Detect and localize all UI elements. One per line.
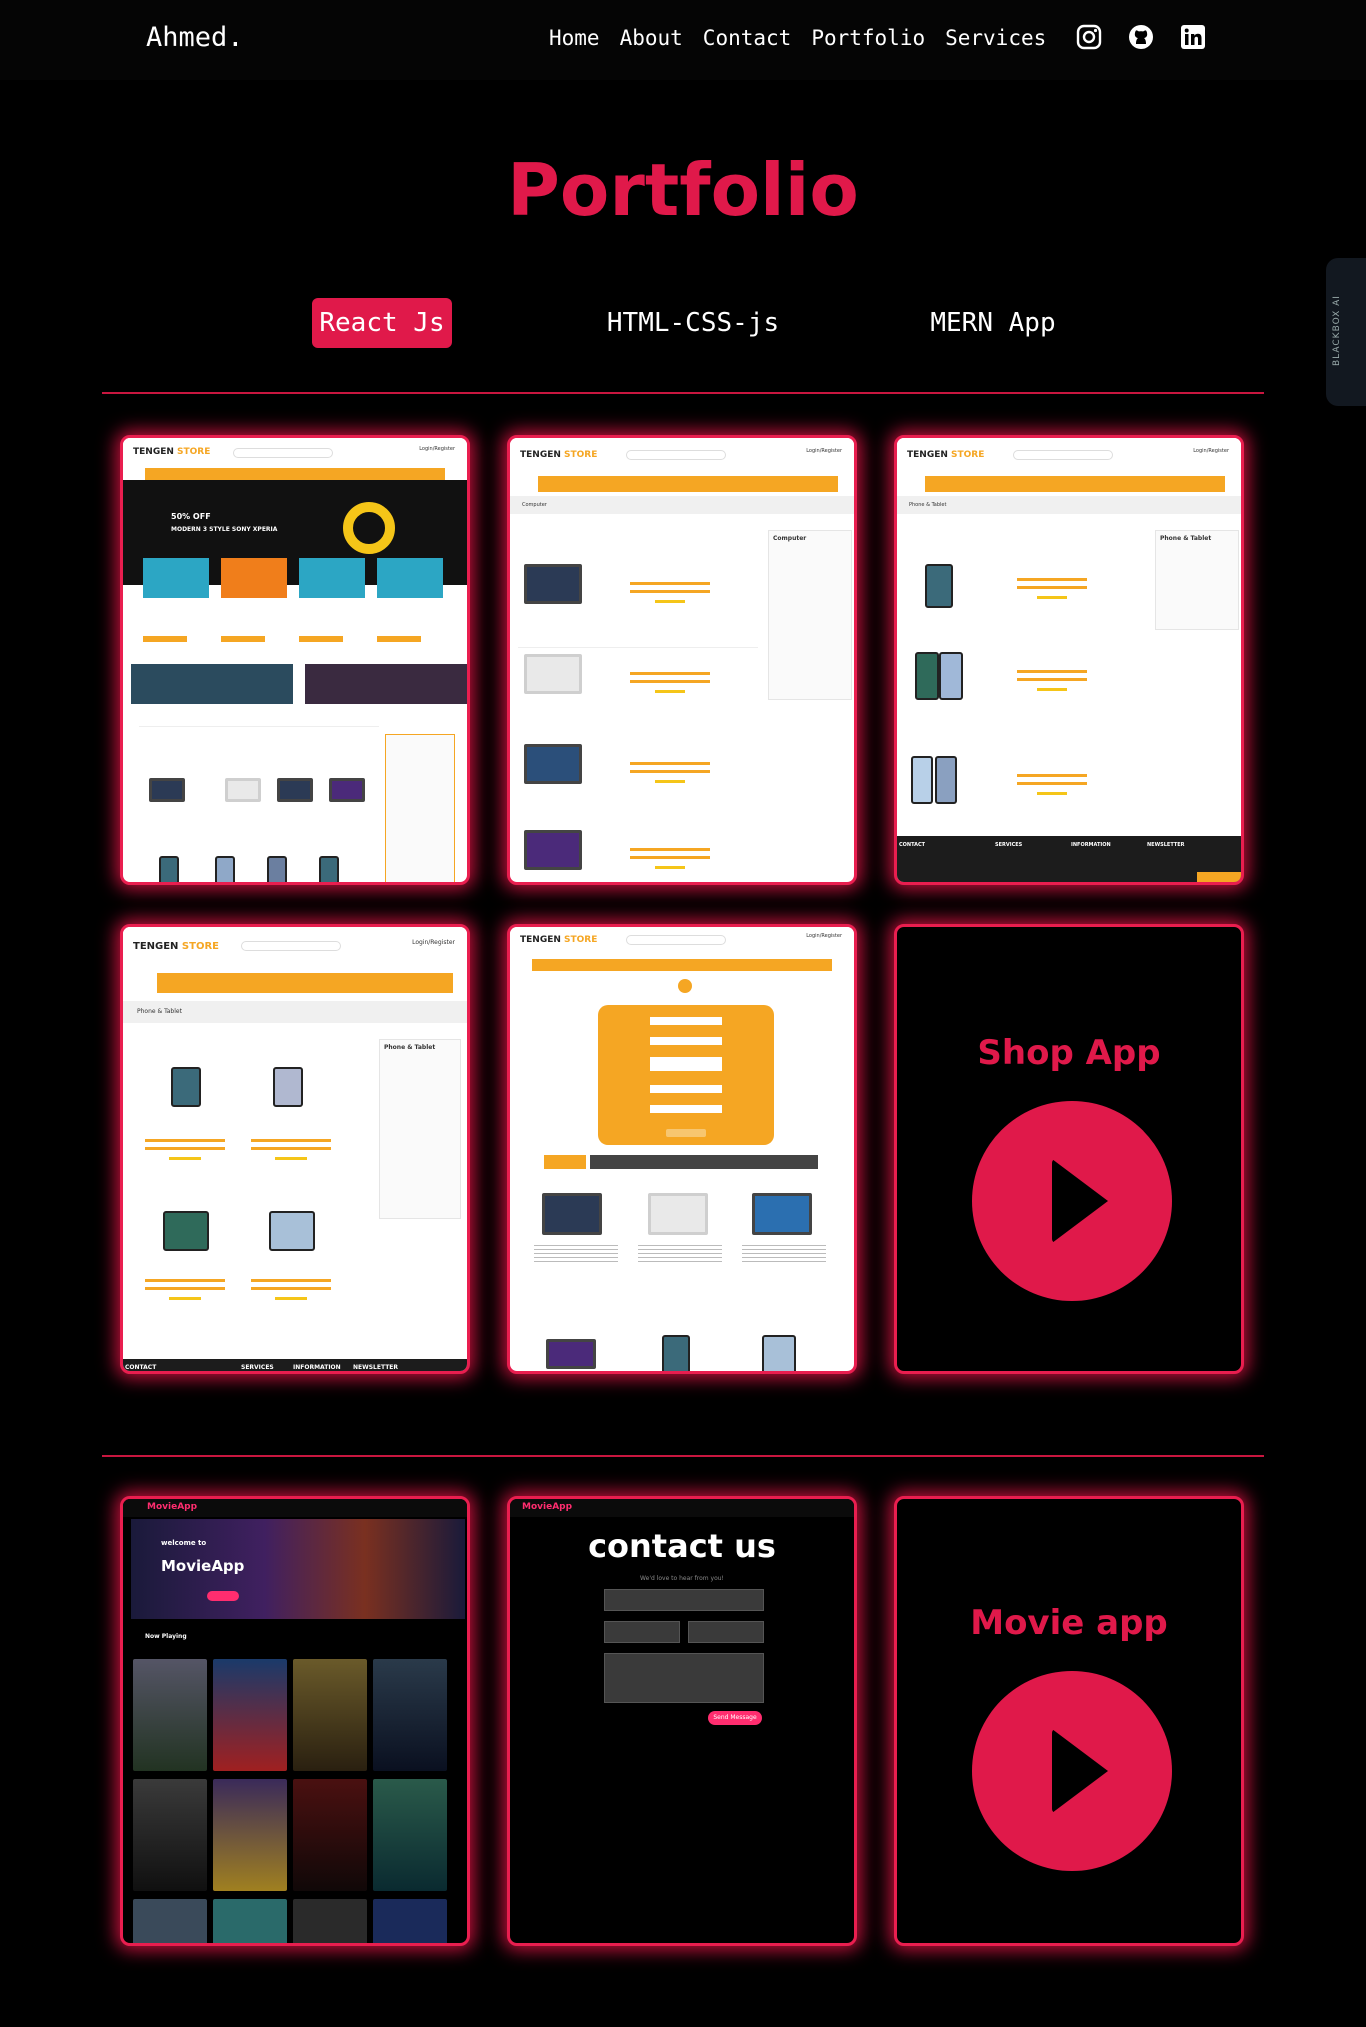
nav-link-services[interactable]: Services [945, 26, 1046, 50]
project-card-shop-app[interactable]: Shop App [894, 924, 1244, 1374]
nav-link-portfolio[interactable]: Portfolio [811, 26, 925, 50]
tab-html-css-js[interactable]: HTML-CSS-js [600, 298, 786, 348]
project-card-store-login[interactable]: TENGEN STORE Login/Register [507, 924, 857, 1374]
project-card-store-phone-grid[interactable]: TENGEN STORE Login/Register Phone & Tabl… [120, 924, 470, 1374]
play-icon[interactable] [972, 1101, 1172, 1301]
store-login-screenshot: TENGEN STORE Login/Register [510, 927, 854, 1371]
store-logo: TENGEN STORE [133, 447, 211, 457]
instagram-icon[interactable] [1076, 24, 1102, 50]
tab-mern-app[interactable]: MERN App [920, 298, 1066, 348]
github-icon[interactable] [1128, 24, 1154, 50]
project-card-movie-home[interactable]: MovieApp welcome to MovieApp Now Playing [120, 1496, 470, 1946]
nav-link-about[interactable]: About [620, 26, 683, 50]
blackbox-ai-widget[interactable]: BLACKBOX AI [1326, 258, 1366, 406]
store-phones-screenshot: TENGEN STORE Login/Register Phone & Tabl… [897, 438, 1241, 882]
nav-link-contact[interactable]: Contact [703, 26, 792, 50]
movie-contact-screenshot: MovieApp contact us We'd love to hear fr… [510, 1499, 854, 1943]
top-navbar: Ahmed. Home About Contact Portfolio Serv… [0, 0, 1366, 80]
nav-link-home[interactable]: Home [549, 26, 600, 50]
play-icon[interactable] [972, 1671, 1172, 1871]
project-card-movie-app[interactable]: Movie app [894, 1496, 1244, 1946]
store-computers-screenshot: TENGEN STORE Login/Register Computer Com… [510, 438, 854, 882]
store-phone-grid-screenshot: TENGEN STORE Login/Register Phone & Tabl… [123, 927, 467, 1371]
section-divider [102, 392, 1264, 394]
linkedin-icon[interactable] [1180, 24, 1206, 50]
card-title: Movie app [970, 1603, 1168, 1643]
section-divider [102, 1455, 1264, 1457]
project-card-store-computers[interactable]: TENGEN STORE Login/Register Computer Com… [507, 435, 857, 885]
store-footer: CONTACT SERVICES INFORMATION NEWSLETTER [897, 836, 1241, 882]
tab-react-js[interactable]: React Js [312, 298, 452, 348]
store-footer: CONTACT SERVICES INFORMATION NEWSLETTER [123, 1359, 467, 1371]
social-icons [1076, 24, 1206, 50]
page-title: Portfolio [507, 148, 859, 232]
card-title: Shop App [977, 1033, 1161, 1073]
nav-links: Home About Contact Portfolio Services [549, 26, 1066, 50]
project-card-movie-contact[interactable]: MovieApp contact us We'd love to hear fr… [507, 1496, 857, 1946]
store-home-screenshot: TENGEN STORE Login/Register 50% OFF MODE… [123, 438, 467, 882]
project-card-store-home[interactable]: TENGEN STORE Login/Register 50% OFF MODE… [120, 435, 470, 885]
movie-home-screenshot: MovieApp welcome to MovieApp Now Playing [123, 1499, 467, 1943]
movie-hero-banner: welcome to MovieApp [131, 1519, 465, 1619]
login-form-panel [598, 1005, 774, 1145]
project-card-store-phones[interactable]: TENGEN STORE Login/Register Phone & Tabl… [894, 435, 1244, 885]
site-logo[interactable]: Ahmed. [146, 22, 244, 53]
